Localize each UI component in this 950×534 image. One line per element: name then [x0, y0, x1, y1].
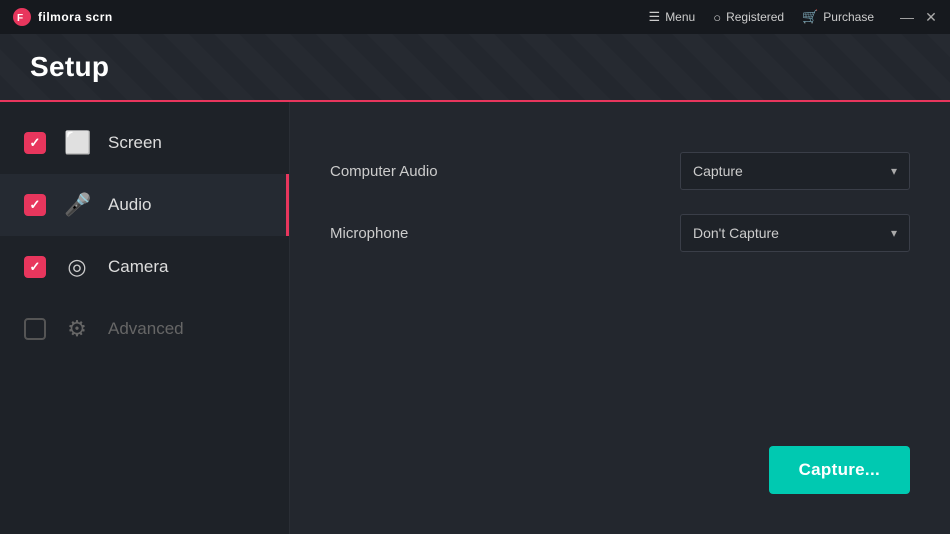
- advanced-icon: ⚙: [64, 316, 90, 342]
- registered-label: Registered: [726, 10, 784, 24]
- close-button[interactable]: ✕: [924, 10, 938, 24]
- microphone-arrow: ▾: [891, 226, 897, 240]
- audio-icon: 🎤: [64, 192, 90, 218]
- screen-label: Screen: [108, 133, 162, 153]
- purchase-label: Purchase: [823, 10, 874, 24]
- settings-rows: Computer Audio Capture ▾ Microphone Don'…: [330, 152, 910, 252]
- main-layout: ✓ ⬜ Screen ✓ 🎤 Audio ✓ ◎ Camera ⚙ Advanc…: [0, 102, 950, 534]
- audio-checkbox[interactable]: ✓: [24, 194, 46, 216]
- microphone-dropdown[interactable]: Don't Capture ▾: [680, 214, 910, 252]
- titlebar: F filmora scrn ☰ Menu ○ Registered 🛒 Pur…: [0, 0, 950, 34]
- audio-label: Audio: [108, 195, 151, 215]
- screen-icon: ⬜: [64, 130, 90, 156]
- sidebar-item-screen[interactable]: ✓ ⬜ Screen: [0, 112, 289, 174]
- menu-label: Menu: [665, 10, 695, 24]
- advanced-label: Advanced: [108, 319, 184, 339]
- menu-button[interactable]: ☰ Menu: [649, 9, 696, 25]
- camera-checkbox[interactable]: ✓: [24, 256, 46, 278]
- screen-checkbox[interactable]: ✓: [24, 132, 46, 154]
- capture-button[interactable]: Capture...: [769, 446, 910, 494]
- computer-audio-arrow: ▾: [891, 164, 897, 178]
- content-area: Computer Audio Capture ▾ Microphone Don'…: [290, 102, 950, 534]
- camera-icon: ◎: [64, 254, 90, 280]
- computer-audio-value: Capture: [693, 163, 743, 179]
- computer-audio-row: Computer Audio Capture ▾: [330, 152, 910, 190]
- logo-text: filmora scrn: [38, 10, 113, 24]
- minimize-button[interactable]: —: [900, 10, 914, 24]
- cart-icon: 🛒: [802, 9, 818, 25]
- microphone-row: Microphone Don't Capture ▾: [330, 214, 910, 252]
- page-title: Setup: [30, 51, 109, 83]
- camera-checkmark: ✓: [30, 259, 41, 275]
- computer-audio-dropdown[interactable]: Capture ▾: [680, 152, 910, 190]
- sidebar-item-camera[interactable]: ✓ ◎ Camera: [0, 236, 289, 298]
- window-controls: — ✕: [900, 10, 938, 24]
- camera-label: Camera: [108, 257, 168, 277]
- header: Setup: [0, 34, 950, 102]
- microphone-value: Don't Capture: [693, 225, 779, 241]
- user-icon: ○: [713, 10, 721, 25]
- titlebar-right: ☰ Menu ○ Registered 🛒 Purchase — ✕: [649, 9, 938, 25]
- computer-audio-label: Computer Audio: [330, 163, 438, 180]
- registered-button[interactable]: ○ Registered: [713, 10, 784, 25]
- audio-checkmark: ✓: [30, 197, 41, 213]
- screen-checkmark: ✓: [30, 135, 41, 151]
- purchase-button[interactable]: 🛒 Purchase: [802, 9, 874, 25]
- svg-text:F: F: [17, 13, 23, 24]
- sidebar-item-audio[interactable]: ✓ 🎤 Audio: [0, 174, 289, 236]
- advanced-checkbox[interactable]: [24, 318, 46, 340]
- titlebar-left: F filmora scrn: [12, 7, 113, 27]
- microphone-label: Microphone: [330, 225, 408, 242]
- sidebar-item-advanced[interactable]: ⚙ Advanced: [0, 298, 289, 360]
- menu-icon: ☰: [649, 9, 661, 25]
- sidebar: ✓ ⬜ Screen ✓ 🎤 Audio ✓ ◎ Camera ⚙ Advanc…: [0, 102, 290, 534]
- filmora-logo-icon: F: [12, 7, 32, 27]
- capture-btn-container: Capture...: [330, 446, 910, 504]
